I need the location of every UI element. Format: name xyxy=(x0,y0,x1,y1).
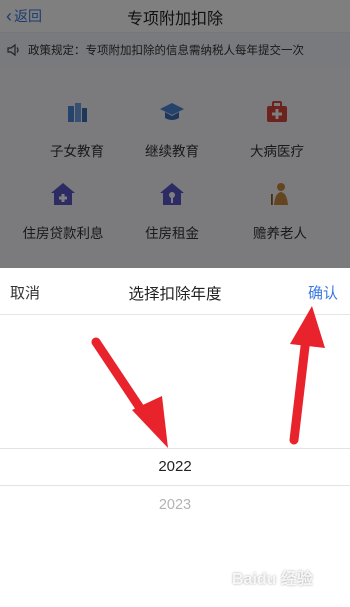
confirm-button[interactable]: 确认 xyxy=(308,282,338,303)
picker-highlight-top xyxy=(0,448,350,449)
picker-option-selected[interactable]: 2022 xyxy=(0,458,350,475)
modal-overlay[interactable] xyxy=(0,0,350,268)
watermark: Baidu 经验 xyxy=(232,571,313,588)
picker-toolbar: 取消 选择扣除年度 确认 xyxy=(0,268,350,315)
picker-title: 选择扣除年度 xyxy=(128,286,222,303)
picker-option[interactable]: 2023 xyxy=(0,497,350,513)
picker-highlight-bottom xyxy=(0,485,350,486)
year-picker-sheet: 取消 选择扣除年度 确认 2022 2023 xyxy=(0,268,350,607)
